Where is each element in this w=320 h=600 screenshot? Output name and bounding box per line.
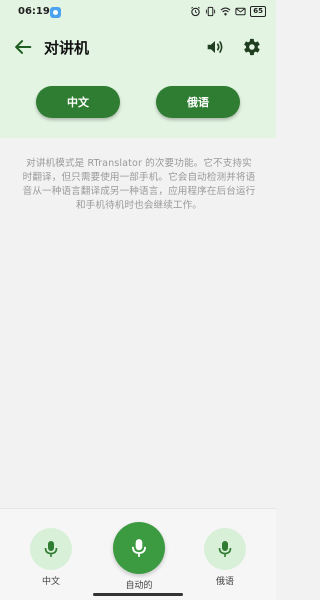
mail-icon (235, 7, 246, 16)
mic-label-left: 中文 (41, 577, 60, 587)
vibrate-icon (206, 6, 216, 17)
mic-button-left[interactable] (30, 528, 72, 570)
microphone-icon (44, 541, 58, 557)
home-indicator[interactable] (93, 593, 183, 596)
alarm-icon (191, 6, 201, 17)
status-time: 06:19 (18, 6, 50, 17)
language-button-right[interactable]: 俄语 (156, 86, 240, 118)
gear-icon[interactable] (240, 36, 262, 58)
microphone-icon (218, 541, 232, 557)
notification-app-icon (50, 7, 61, 18)
status-bar: 06:19 65 (0, 0, 276, 26)
mic-button-auto[interactable] (113, 522, 165, 574)
mic-button-right[interactable] (204, 528, 246, 570)
battery-icon: 65 (250, 6, 266, 17)
mic-label-right: 俄语 (215, 577, 234, 587)
speaker-icon[interactable] (204, 36, 226, 58)
app-bar: 对讲机 (0, 30, 276, 64)
page-title: 对讲机 (44, 39, 90, 57)
wifi-icon (220, 7, 231, 16)
status-icons: 65 (190, 6, 266, 17)
language-button-left[interactable]: 中文 (36, 86, 120, 118)
back-arrow-icon[interactable] (12, 36, 34, 58)
microphone-icon (132, 539, 146, 557)
mic-label-auto: 自动的 (125, 581, 153, 591)
mode-description: 对讲机模式是 RTranslator 的次要功能。它不支持实时翻译，但只需要使用… (22, 158, 256, 211)
